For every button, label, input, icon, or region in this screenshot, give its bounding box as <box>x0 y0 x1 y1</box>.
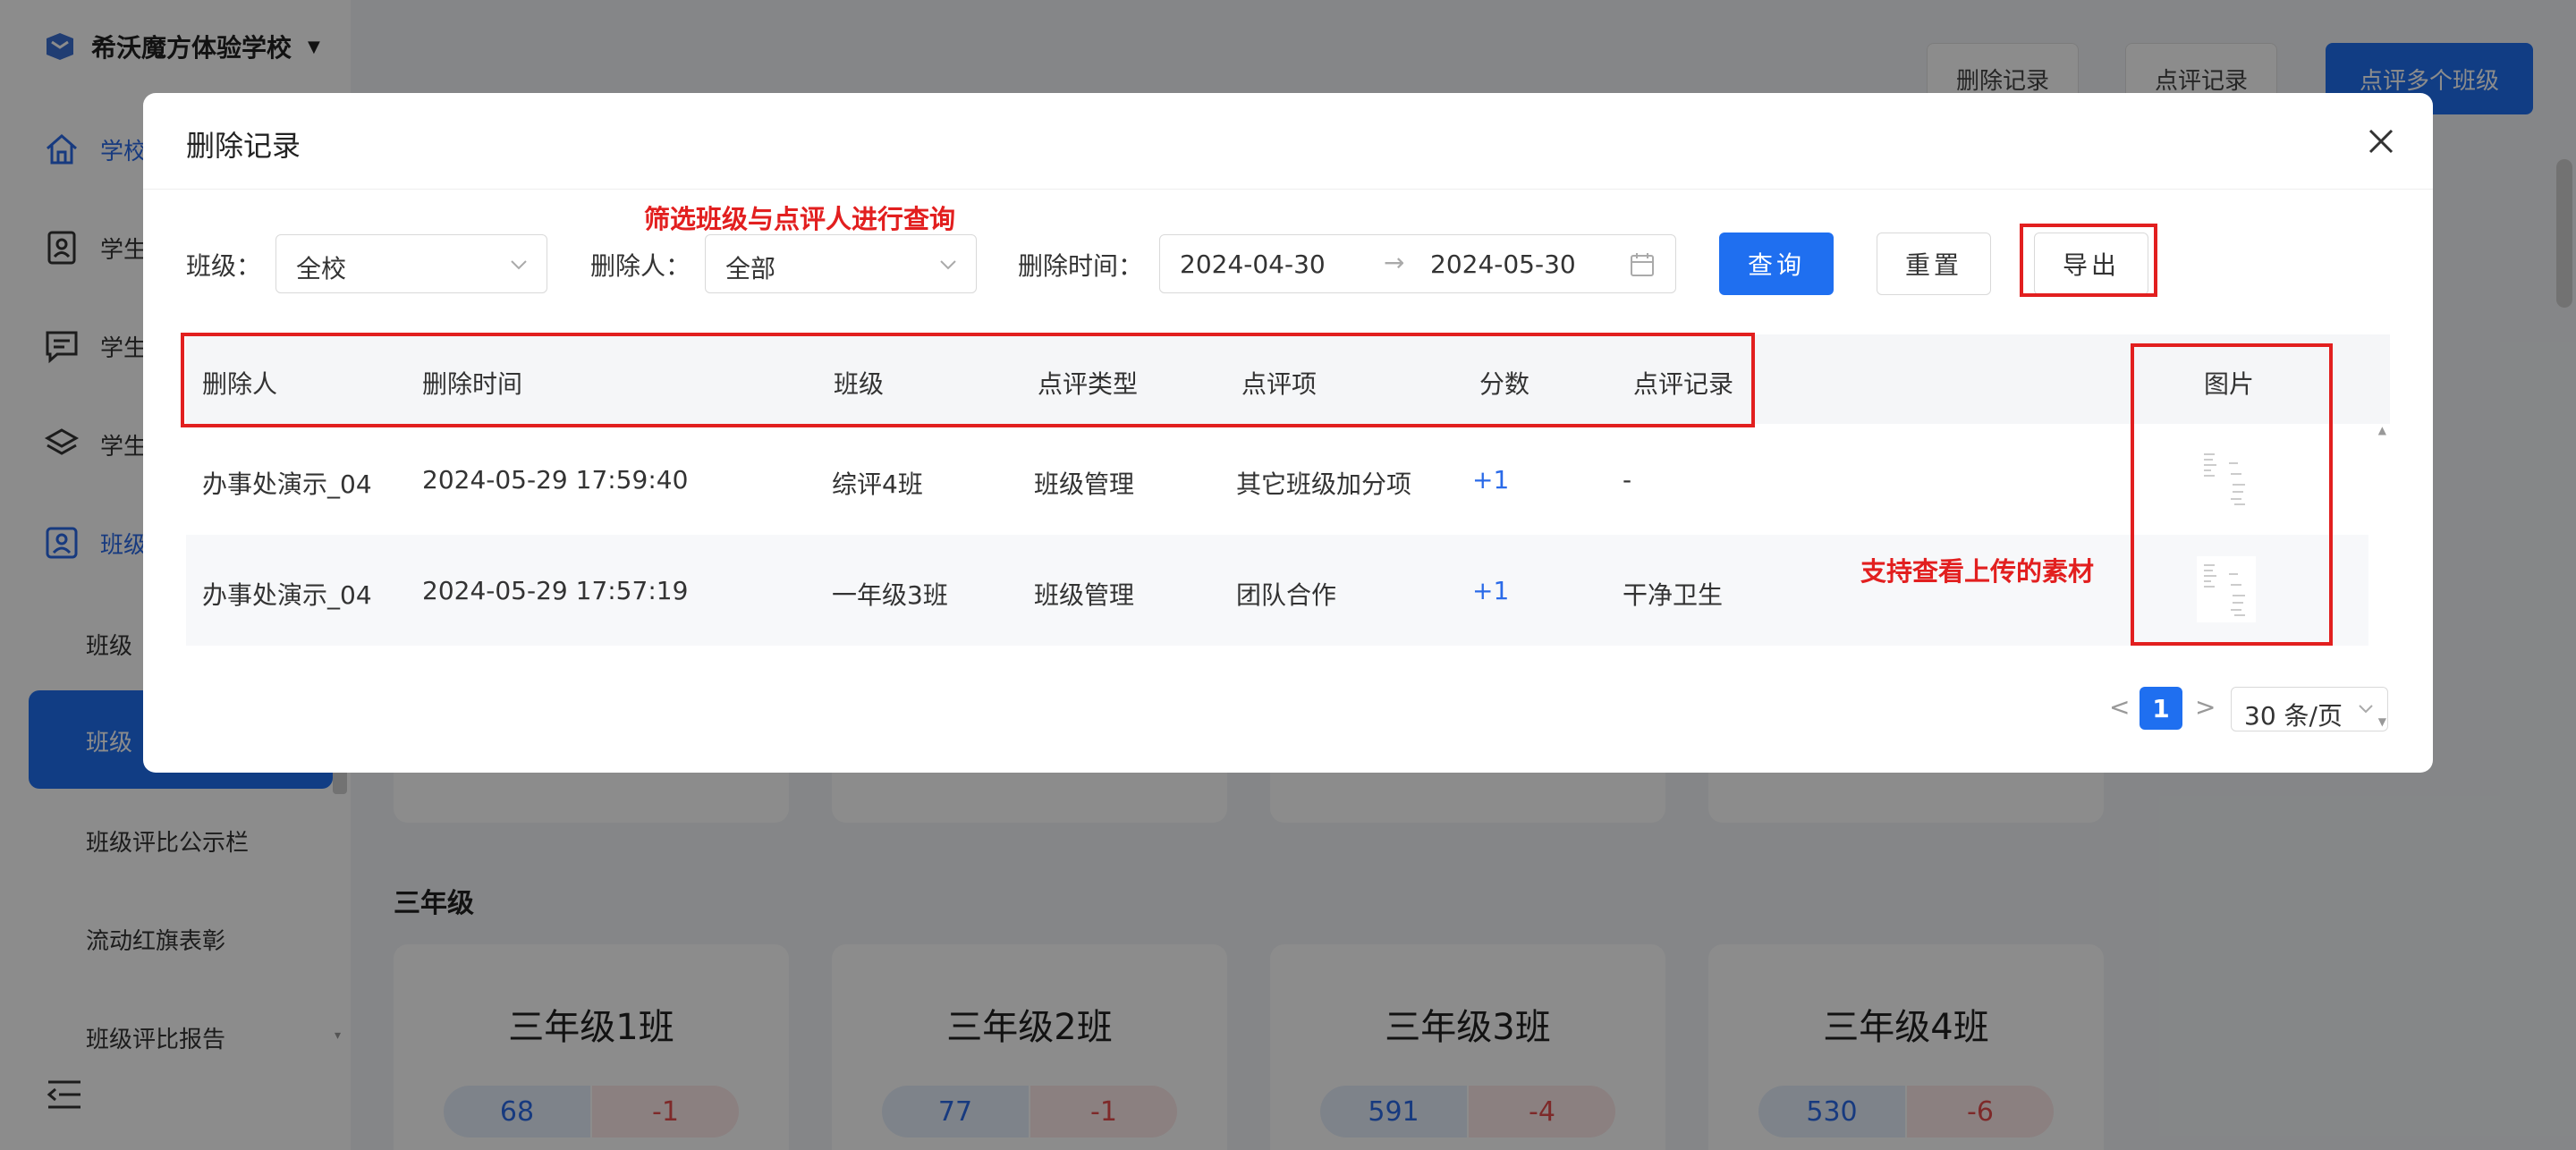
date-start[interactable]: 2024-04-30 <box>1180 249 1326 279</box>
modal-title: 删除记录 <box>186 129 301 163</box>
calendar-icon <box>1631 253 1654 276</box>
table-scroll-up-icon[interactable]: ▲ <box>2378 424 2386 436</box>
cell-delete-time: 2024-05-29 17:57:19 <box>422 576 689 605</box>
delete-records-modal: 删除记录 筛选班级与点评人进行查询 班级： 全校 删除人： 全部 删除时间： 2… <box>143 93 2433 773</box>
deleter-select[interactable]: 全部 <box>705 234 977 293</box>
cell-delete-time: 2024-05-29 17:59:40 <box>422 465 689 495</box>
cell-review-item: 团队合作 <box>1236 580 1337 610</box>
next-page-button[interactable]: > <box>2195 692 2216 722</box>
chevron-down-icon <box>2359 705 2373 714</box>
filter-annotation: 筛选班级与点评人进行查询 <box>644 204 956 234</box>
cell-review-type: 班级管理 <box>1034 469 1135 499</box>
date-end[interactable]: 2024-05-30 <box>1430 249 1576 279</box>
chevron-down-icon <box>511 260 527 270</box>
date-range-picker[interactable]: 2024-04-30 → 2024-05-30 <box>1159 234 1676 293</box>
deleter-filter-label: 删除人： <box>590 251 691 281</box>
cell-deleter: 办事处演示_04 <box>202 580 372 610</box>
delete-time-label: 删除时间： <box>1018 251 1144 281</box>
cell-class: 一年级3班 <box>832 580 948 610</box>
page-size-value: 30 条/页 <box>2244 701 2343 731</box>
cell-class: 综评4班 <box>832 469 923 499</box>
class-filter-label: 班级： <box>186 251 262 281</box>
material-annotation: 支持查看上传的素材 <box>1860 556 2095 587</box>
columns-highlight-box <box>181 333 1755 427</box>
cell-score: +1 <box>1472 576 1510 605</box>
export-highlight-box <box>2020 224 2157 297</box>
cell-review-record: - <box>1623 465 1632 495</box>
page-size-select[interactable]: 30 条/页 <box>2231 687 2388 731</box>
query-button[interactable]: 查询 <box>1719 233 1834 295</box>
prev-page-button[interactable]: < <box>2109 692 2130 722</box>
cell-review-type: 班级管理 <box>1034 580 1135 610</box>
cell-review-item: 其它班级加分项 <box>1236 469 1412 499</box>
class-select[interactable]: 全校 <box>275 234 547 293</box>
reset-button[interactable]: 重置 <box>1877 233 1991 295</box>
modal-header: 删除记录 <box>143 93 2433 190</box>
class-select-value: 全校 <box>296 254 347 283</box>
cell-deleter: 办事处演示_04 <box>202 469 372 499</box>
image-column-highlight-box <box>2131 343 2333 646</box>
table-row[interactable]: 办事处演示_04 2024-05-29 17:59:40 综评4班 班级管理 其… <box>186 424 2368 535</box>
cell-score: +1 <box>1472 465 1510 495</box>
deleter-select-value: 全部 <box>725 254 776 283</box>
close-icon[interactable] <box>2365 125 2397 157</box>
chevron-down-icon <box>940 260 956 270</box>
page-1-button[interactable]: 1 <box>2140 687 2182 730</box>
cell-review-record: 干净卫生 <box>1623 580 1724 610</box>
range-arrow-icon: → <box>1384 248 1405 277</box>
